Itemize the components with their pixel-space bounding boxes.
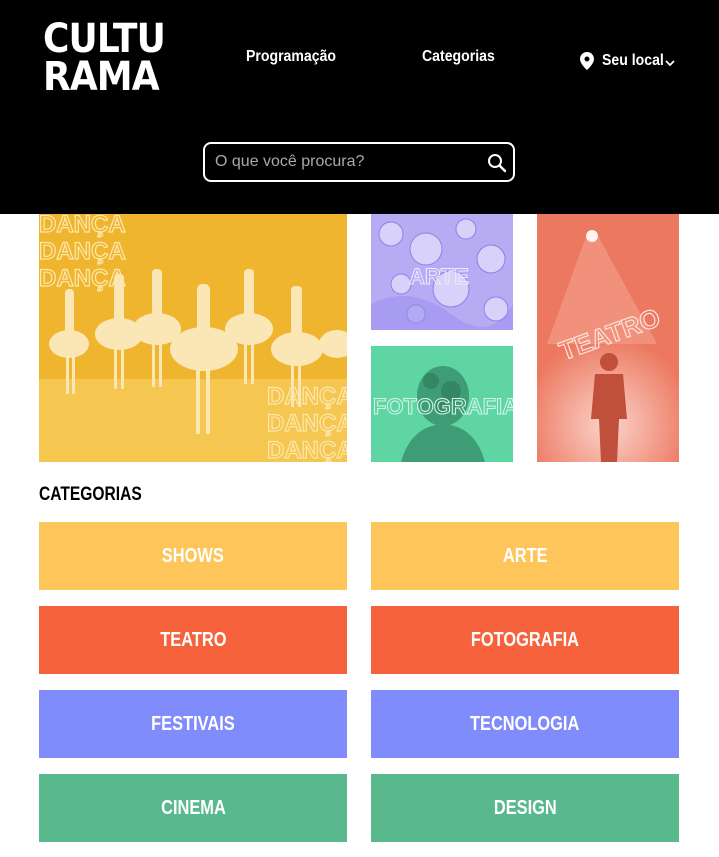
site-header: CULTU RAMA Programação Categorias Seu lo… — [0, 0, 719, 214]
svg-text:DANÇA: DANÇA — [39, 265, 126, 292]
svg-text:DANÇA: DANÇA — [39, 214, 126, 238]
ballet-illustration: DANÇA DANÇA DANÇA DANÇA DANÇA DANÇA — [39, 214, 347, 462]
hero-fotografia-word: FOTOGRAFIA — [373, 394, 513, 419]
category-label: DESIGN — [493, 796, 557, 819]
nav-programacao[interactable]: Programação — [246, 48, 336, 66]
svg-text:DANÇA: DANÇA — [39, 238, 126, 265]
logo-line-1: CULTU — [43, 16, 166, 62]
hero-teatro-image[interactable]: TEATRO — [537, 214, 679, 462]
hero-danca-image[interactable]: DANÇA DANÇA DANÇA DANÇA DANÇA DANÇA — [39, 214, 347, 462]
category-label: FESTIVAIS — [151, 712, 235, 735]
category-tecnologia-button[interactable]: TECNOLOGIA — [371, 690, 679, 758]
search-icon[interactable] — [487, 153, 507, 173]
svg-text:DANÇA: DANÇA — [267, 383, 347, 410]
category-label: ARTE — [502, 544, 548, 567]
search-input[interactable] — [215, 151, 477, 173]
hero-arte-word: ARTE — [409, 264, 469, 289]
category-festivais-button[interactable]: FESTIVAIS — [39, 690, 347, 758]
search-box — [203, 142, 515, 182]
logo-line-2: RAMA — [43, 54, 160, 100]
category-arte-button[interactable]: ARTE — [371, 522, 679, 590]
category-label: TECNOLOGIA — [470, 712, 580, 735]
stage-spotlight-illustration: TEATRO — [537, 214, 679, 462]
category-shows-button[interactable]: SHOWS — [39, 522, 347, 590]
category-design-button[interactable]: DESIGN — [371, 774, 679, 842]
category-label: SHOWS — [162, 544, 224, 567]
categorias-title: CATEGORIAS — [39, 484, 142, 505]
category-label: FOTOGRAFIA — [470, 628, 580, 651]
nav-categorias[interactable]: Categorias — [422, 48, 495, 66]
svg-text:DANÇA: DANÇA — [267, 410, 347, 437]
category-cinema-button[interactable]: CINEMA — [39, 774, 347, 842]
category-teatro-button[interactable]: TEATRO — [39, 606, 347, 674]
double-exposure-illustration: FOTOGRAFIA — [371, 346, 513, 462]
location-pin-icon — [580, 52, 594, 70]
hero-arte-image[interactable]: ARTE — [371, 214, 513, 330]
hero-fotografia-image[interactable]: FOTOGRAFIA — [371, 346, 513, 462]
abstract-art-illustration: ARTE — [371, 214, 513, 330]
location-selector[interactable]: Seu local — [580, 49, 676, 73]
culturama-logo[interactable]: CULTU RAMA — [43, 16, 166, 102]
category-label: TEATRO — [159, 628, 227, 651]
location-label: Seu local — [602, 52, 664, 69]
chevron-down-icon — [665, 60, 675, 67]
category-label: CINEMA — [160, 796, 226, 819]
svg-text:DANÇA: DANÇA — [267, 437, 347, 462]
category-fotografia-button[interactable]: FOTOGRAFIA — [371, 606, 679, 674]
